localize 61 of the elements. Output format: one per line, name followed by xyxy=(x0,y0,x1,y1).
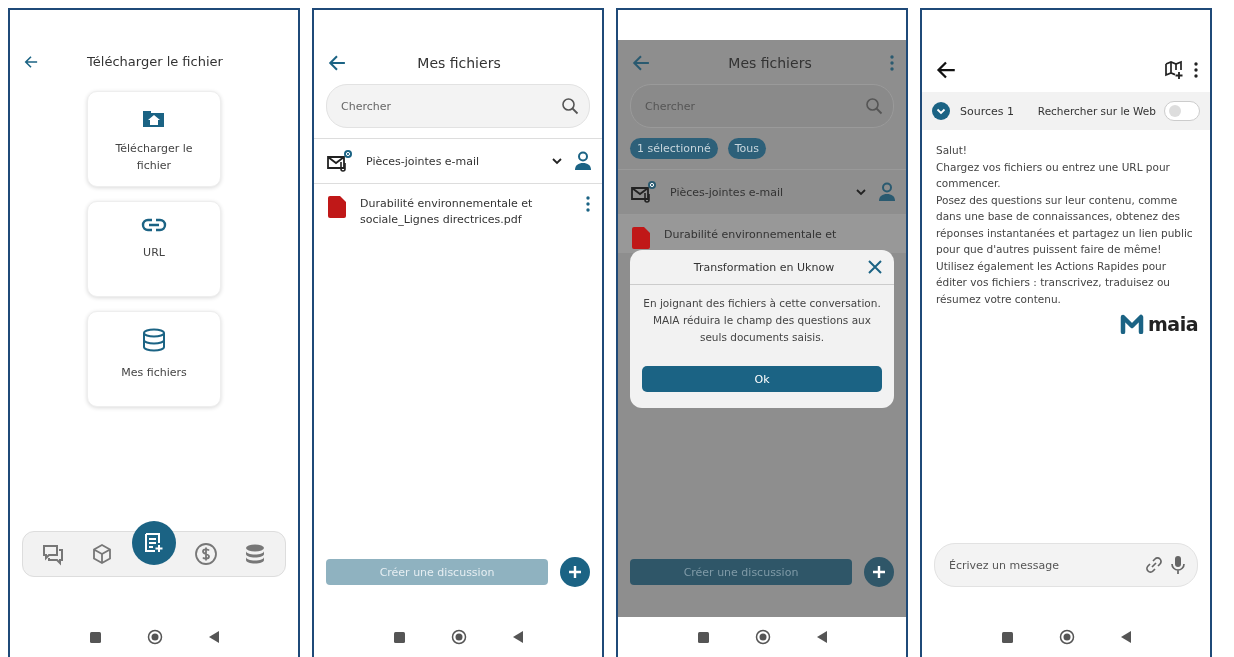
filter-chip[interactable]: Tous xyxy=(727,138,766,159)
upload-option-card[interactable]: Mes fichiers xyxy=(87,311,221,407)
back-icon[interactable] xyxy=(1120,631,1131,643)
back-icon[interactable] xyxy=(208,631,219,643)
screen-title: Télécharger le fichier xyxy=(86,54,224,69)
add-button[interactable] xyxy=(864,557,894,587)
folder-upload-icon xyxy=(141,108,167,128)
file-name: Durabilité environnementale et xyxy=(664,227,838,243)
search-icon[interactable] xyxy=(561,97,579,115)
close-button[interactable] xyxy=(868,260,882,274)
more-options-button[interactable] xyxy=(586,196,590,212)
dialog-title: Transformation en Uknow xyxy=(692,260,836,274)
dialog-message: En joignant des fichiers à cette conversation. MAIA réduira le champ des questions aux seuls documents saisis. xyxy=(642,296,882,345)
search-field[interactable]: Chercher xyxy=(339,98,561,114)
file-name: Durabilité environnementale et sociale_Lignes directrices.pdf xyxy=(360,196,534,228)
pdf-file-icon xyxy=(632,227,650,249)
folder-label: Pièces-jointes e-mail xyxy=(366,154,481,168)
back-button[interactable] xyxy=(328,54,346,72)
screen-title: Mes fichiers xyxy=(727,55,813,71)
back-button[interactable] xyxy=(936,60,956,80)
filter-chip[interactable]: 1 sélectionné xyxy=(630,138,718,159)
link-icon xyxy=(141,218,167,232)
web-search-label: Rechercher sur le Web xyxy=(1036,105,1156,117)
message-field[interactable]: Écrivez un message xyxy=(947,557,1137,573)
sources-button[interactable]: Sources 1 xyxy=(932,102,1014,120)
message-composer[interactable]: Écrivez un message xyxy=(934,543,1198,587)
home-icon[interactable] xyxy=(754,629,771,645)
welcome-message: Salut! Chargez vos fichiers ou entrez une URL pour commencer. Posez des questions sur leur contenu, comme dans une base de connaissances, obtenez des réponses instantanées et partagez un lien public pour que d'autres puissent faire de même! Utilisez également les Actions Rapides pour éditer vos fichiers : transcrivez, traduisez ou résumez votre contenu. xyxy=(935,143,1194,307)
recent-apps-icon[interactable] xyxy=(89,631,101,643)
upload-option-card[interactable]: Télécharger le fichier xyxy=(87,91,221,187)
home-icon[interactable] xyxy=(146,629,163,645)
logo-text: maia xyxy=(1148,313,1198,335)
recent-apps-icon[interactable] xyxy=(697,631,709,643)
web-search-toggle[interactable] xyxy=(1164,101,1200,121)
recent-apps-icon[interactable] xyxy=(393,631,405,643)
chevron-down-icon[interactable] xyxy=(552,157,562,165)
user-icon xyxy=(878,182,896,202)
database-icon xyxy=(142,328,166,352)
folder-label: Pièces-jointes e-mail xyxy=(670,185,785,199)
home-icon[interactable] xyxy=(450,629,467,645)
user-icon xyxy=(574,151,592,171)
microphone-icon[interactable] xyxy=(1171,555,1185,575)
mail-attachment-icon xyxy=(326,149,354,173)
back-icon[interactable] xyxy=(512,631,523,643)
plus-icon xyxy=(872,565,886,579)
add-button[interactable] xyxy=(560,557,590,587)
more-options-button[interactable] xyxy=(1194,62,1198,78)
screen-title: Mes fichiers xyxy=(416,55,502,71)
attach-link-icon[interactable] xyxy=(1145,556,1163,574)
back-button[interactable] xyxy=(24,54,38,69)
back-icon[interactable] xyxy=(816,631,827,643)
mail-attachment-icon xyxy=(630,180,658,204)
ok-button[interactable]: Ok xyxy=(642,366,882,392)
recent-apps-icon[interactable] xyxy=(1001,631,1013,643)
chevron-down-icon xyxy=(932,102,950,120)
new-document-icon[interactable] xyxy=(131,521,176,565)
pdf-file-icon xyxy=(328,196,346,218)
upload-option-card[interactable]: URL xyxy=(87,201,221,297)
plus-icon xyxy=(568,565,582,579)
logo-mark-icon xyxy=(1120,314,1145,334)
home-icon[interactable] xyxy=(1058,629,1075,645)
